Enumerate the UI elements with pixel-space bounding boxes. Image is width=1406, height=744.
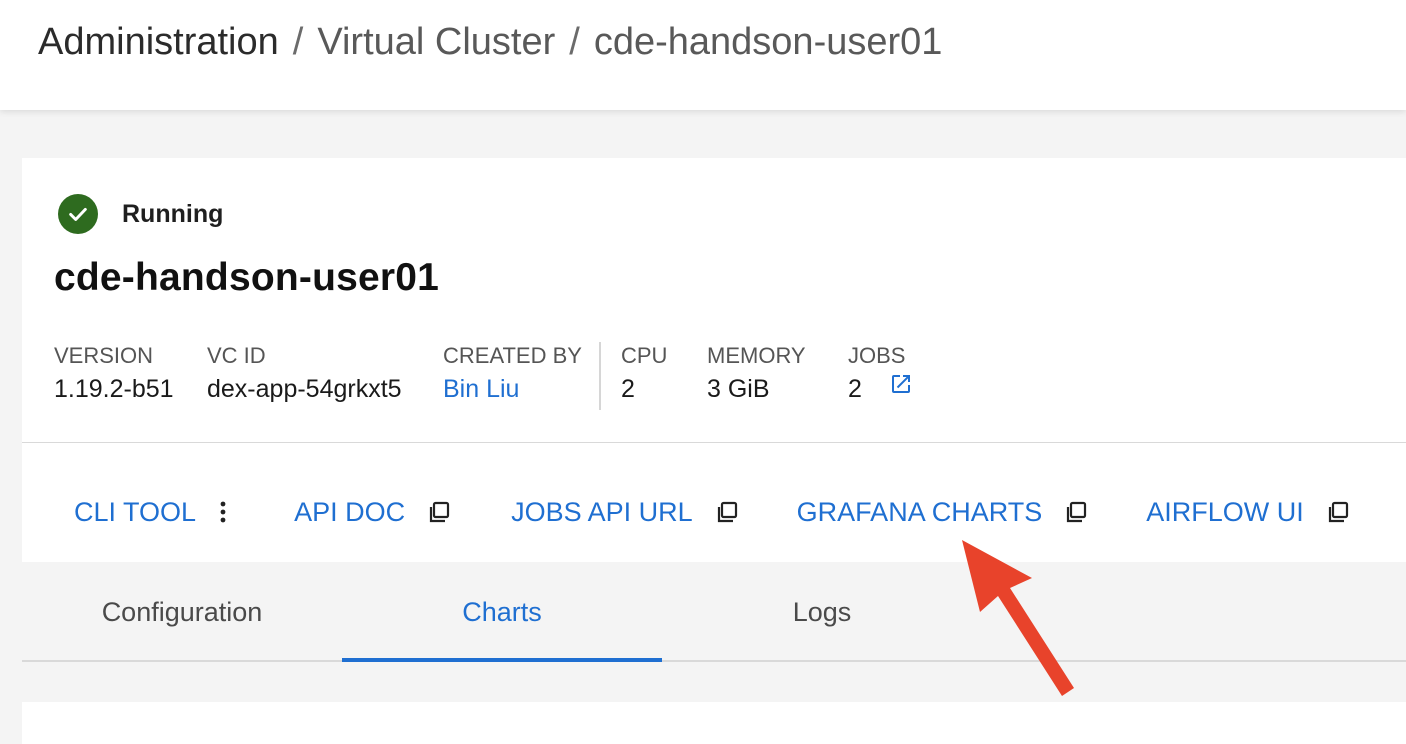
status-label: Running [122,199,224,228]
breadcrumb: Administration / Virtual Cluster / cde-hands… [38,18,942,66]
meta-version: VERSION 1.19.2-b51 [54,342,174,408]
meta-divider [599,342,601,410]
copy-icon[interactable] [427,500,451,524]
meta-value: 3 GiB [707,375,770,403]
action-label: AIRFLOW UI [1146,496,1304,527]
meta-value: 2 [848,370,913,408]
action-label: API DOC [294,496,406,527]
cluster-details-card: Running cde-handson-user01 VERSION 1.19.… [22,158,1406,562]
tab-content-panel [22,702,1406,744]
copy-icon[interactable] [715,500,739,524]
meta-label: VERSION [54,343,154,368]
cli-tool-button[interactable]: CLI TOOL [74,497,226,528]
tab-bar: Configuration Charts Logs [22,564,1406,662]
tab-configuration[interactable]: Configuration [22,564,342,660]
meta-label: CREATED BY [443,343,582,368]
cluster-name-title: cde-handson-user01 [54,256,440,299]
breadcrumb-administration[interactable]: Administration [38,21,279,63]
tab-charts[interactable]: Charts [342,564,662,662]
meta-label: CPU [621,343,668,368]
meta-value: 1.19.2-b51 [54,375,174,403]
breadcrumb-current-cluster: cde-handson-user01 [593,21,943,63]
annotation-arrow-icon [940,530,1090,705]
copy-icon[interactable] [1326,500,1350,524]
creator-link[interactable]: Bin Liu [443,370,582,408]
meta-vc-id: VC ID dex-app-54grkxt5 [207,342,402,408]
action-label: GRAFANA CHARTS [796,496,1043,527]
jobs-api-url-link[interactable]: JOBS API URL [511,497,739,528]
card-divider [22,442,1406,443]
copy-icon[interactable] [1064,500,1088,524]
meta-label: MEMORY [707,343,806,368]
meta-label: JOBS [848,343,906,368]
action-links-row: CLI TOOL API DOC JOBS API URL GRAFANA CH… [74,490,1350,534]
more-vertical-icon[interactable] [220,501,226,523]
meta-label: VC ID [207,343,266,368]
check-circle-icon [58,194,98,234]
top-header-bar: Administration / Virtual Cluster / cde-hands… [0,0,1406,110]
meta-value: dex-app-54grkxt5 [207,375,402,403]
meta-value: 2 [621,375,635,403]
meta-created-by: CREATED BY Bin Liu [443,342,582,408]
meta-cpu: CPU 2 [621,342,667,408]
breadcrumb-virtual-cluster[interactable]: Virtual Cluster [317,21,555,63]
action-label: CLI TOOL [74,496,197,527]
api-doc-link[interactable]: API DOC [294,497,451,528]
action-label: JOBS API URL [511,496,693,527]
grafana-charts-link[interactable]: GRAFANA CHARTS [797,497,1089,528]
external-link-icon[interactable] [889,369,913,407]
meta-memory: MEMORY 3 GiB [707,342,806,408]
airflow-ui-link[interactable]: AIRFLOW UI [1146,497,1350,528]
tab-logs[interactable]: Logs [662,564,982,660]
meta-jobs: JOBS 2 [848,342,913,408]
jobs-count: 2 [848,375,862,403]
status-indicator: Running [58,194,223,234]
breadcrumb-separator: / [569,21,580,63]
breadcrumb-separator: / [292,21,304,63]
